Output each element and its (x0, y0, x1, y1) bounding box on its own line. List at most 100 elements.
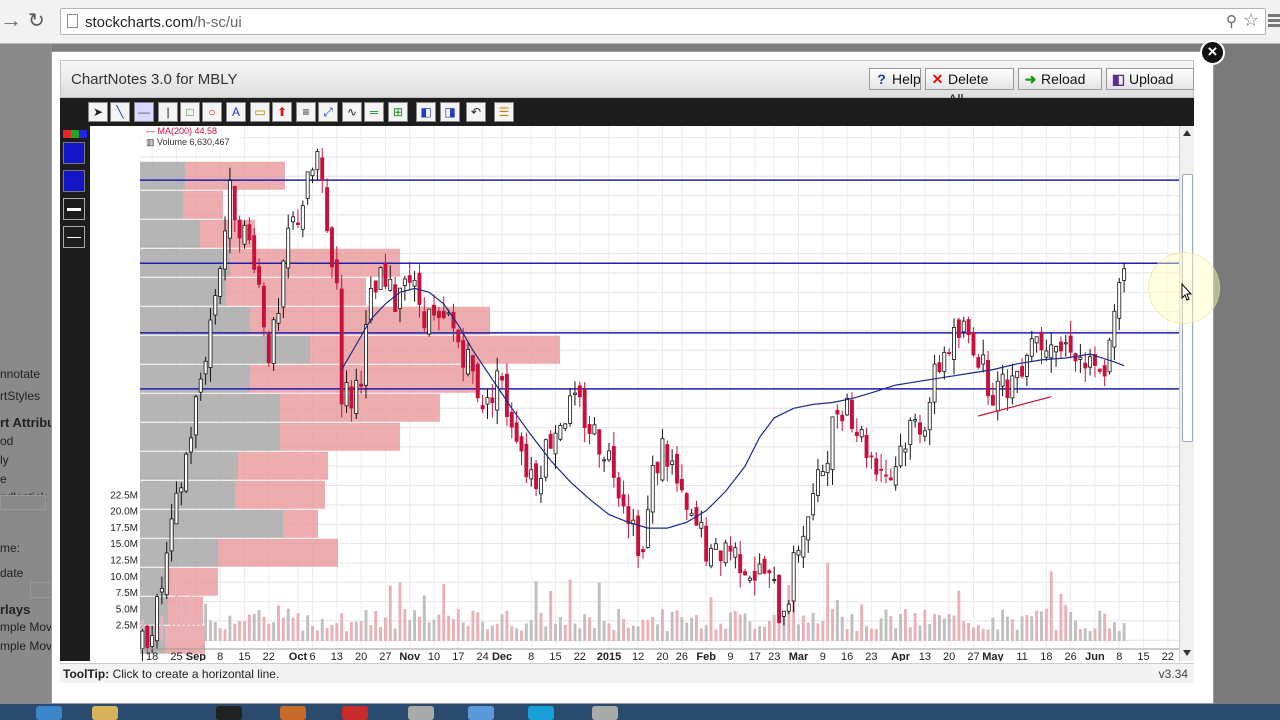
candle-body (480, 405, 485, 410)
volume-bar (675, 610, 679, 641)
x-tick-label: 15 (238, 651, 250, 661)
app-icon[interactable] (468, 706, 494, 720)
x-tick-label: Oct (289, 651, 308, 661)
candle-body (723, 542, 728, 564)
reload-button[interactable]: ➜ Reload (1018, 68, 1102, 90)
volume-bar (349, 622, 353, 641)
ie-icon[interactable] (36, 706, 62, 720)
url-text: stockcharts.com/h-sc/ui (85, 14, 242, 31)
app-icon[interactable] (408, 706, 434, 720)
volume-bar (515, 628, 519, 641)
candle-body (922, 430, 927, 437)
candle-body (587, 424, 592, 434)
circle-tool-icon[interactable]: ○ (202, 102, 222, 122)
candle-body (699, 522, 704, 529)
delete-all-button[interactable]: ✕Delete All (925, 68, 1014, 107)
close-icon[interactable]: × (1200, 40, 1225, 65)
volume-bar (646, 620, 650, 641)
volume-bar (874, 629, 878, 641)
browser-reload-icon[interactable]: ↻ (28, 9, 50, 33)
volume-bar (889, 616, 893, 641)
callout-tool-icon[interactable]: ▭ (250, 102, 270, 122)
upload-button[interactable]: ◧ Upload (1106, 68, 1194, 90)
candle-body (266, 333, 271, 364)
candle-body (655, 461, 660, 474)
candle-body (344, 382, 349, 407)
move-forward-tool-icon[interactable]: ◨ (440, 102, 460, 122)
back-arrow-icon[interactable]: → (0, 8, 22, 34)
bookmark-star-icon[interactable]: ☆ (1243, 10, 1259, 31)
x-tick-label: 17 (452, 651, 464, 661)
volume-bar (578, 628, 582, 641)
zoom-icon[interactable]: ⚲ (1226, 12, 1237, 30)
volume-bar (432, 619, 436, 641)
volume-bar (335, 623, 339, 641)
bracket-tool-icon[interactable]: ⊞ (388, 102, 408, 122)
help-button[interactable]: ? Help (869, 68, 921, 90)
legend-entry: — MA(200) 44.58 (146, 126, 217, 136)
volume-bar (996, 629, 1000, 641)
x-tick-label: 23 (865, 651, 877, 661)
volume-bar (855, 631, 859, 641)
app-icon[interactable] (280, 706, 306, 720)
candle-body (942, 351, 947, 372)
x-tick-label: 27 (967, 651, 979, 661)
candle-body (772, 579, 777, 582)
move-back-tool-icon[interactable]: ◧ (416, 102, 436, 122)
volume-bar (631, 625, 635, 641)
scroll-up-arrow-icon[interactable] (1183, 130, 1191, 136)
volume-bar (903, 609, 907, 641)
chart-area[interactable]: — MA(200) 44.58▥ Volume 6,630,4673233343… (90, 126, 1194, 661)
horizontal-line-tool-icon[interactable]: — (134, 102, 154, 122)
volume-bar (408, 619, 412, 641)
chart-scrollbar[interactable] (1179, 126, 1194, 661)
version-label: v3.34 (1158, 667, 1188, 681)
modal-title: ChartNotes 3.0 for MBLY (71, 71, 238, 88)
app-icon[interactable] (216, 706, 242, 720)
arrow-tool-icon[interactable]: ⬆ (272, 102, 292, 122)
line-color-icon[interactable] (63, 142, 85, 164)
candle-body (461, 340, 466, 368)
line-tool-icon[interactable]: ╲ (110, 102, 130, 122)
candle-body (538, 478, 543, 495)
candle-body (422, 311, 427, 329)
x-tick-label: 22 (263, 651, 275, 661)
app-icon[interactable] (592, 706, 618, 720)
background-text: mple Mov (0, 620, 52, 634)
skype-icon[interactable] (528, 706, 554, 720)
candle-body (1020, 366, 1025, 377)
text-tool-icon[interactable]: A (226, 102, 246, 122)
fibonacci-tool-icon[interactable]: ⤢ (318, 102, 338, 122)
volume-bar (563, 624, 567, 641)
gann-tool-icon[interactable]: ═ (364, 102, 384, 122)
x-tick-label: 15 (1137, 651, 1149, 661)
pointer-tool-icon[interactable]: ➤ (88, 102, 108, 122)
volume-bar (1069, 611, 1073, 641)
volume-bar (558, 617, 562, 641)
undo-tool-icon[interactable]: ↶ (466, 102, 486, 122)
scroll-down-arrow-icon[interactable] (1183, 650, 1191, 656)
address-bar[interactable]: stockcharts.com/h-sc/ui ⚲ ☆ (60, 8, 1266, 35)
wave-tool-icon[interactable]: ∿ (342, 102, 362, 122)
volume-bar (345, 631, 348, 641)
channel-tool-icon[interactable]: ≡ (296, 102, 316, 122)
layers-tool-icon[interactable]: ☰ (494, 102, 514, 122)
fill-color-icon[interactable] (63, 170, 85, 192)
volume-bar (709, 597, 713, 641)
color-swatch-strip[interactable] (63, 130, 87, 138)
candle-body (1054, 346, 1059, 353)
folder-icon[interactable] (92, 706, 118, 720)
line-width-thin-icon[interactable] (63, 226, 85, 248)
volume-bar (286, 608, 290, 641)
background-text: ly (0, 453, 9, 467)
vertical-line-tool-icon[interactable]: | (158, 102, 178, 122)
volume-bar (471, 610, 475, 641)
candle-body (611, 446, 616, 478)
rectangle-tool-icon[interactable]: □ (180, 102, 200, 122)
line-width-thick-icon[interactable] (63, 198, 85, 220)
candle-body (947, 352, 952, 354)
price-chart[interactable]: — MA(200) 44.58▥ Volume 6,630,4673233343… (90, 126, 1194, 661)
x-tick-label: 12 (632, 651, 644, 661)
browser-menu-icon[interactable] (1268, 14, 1280, 30)
app-icon[interactable] (342, 706, 368, 720)
